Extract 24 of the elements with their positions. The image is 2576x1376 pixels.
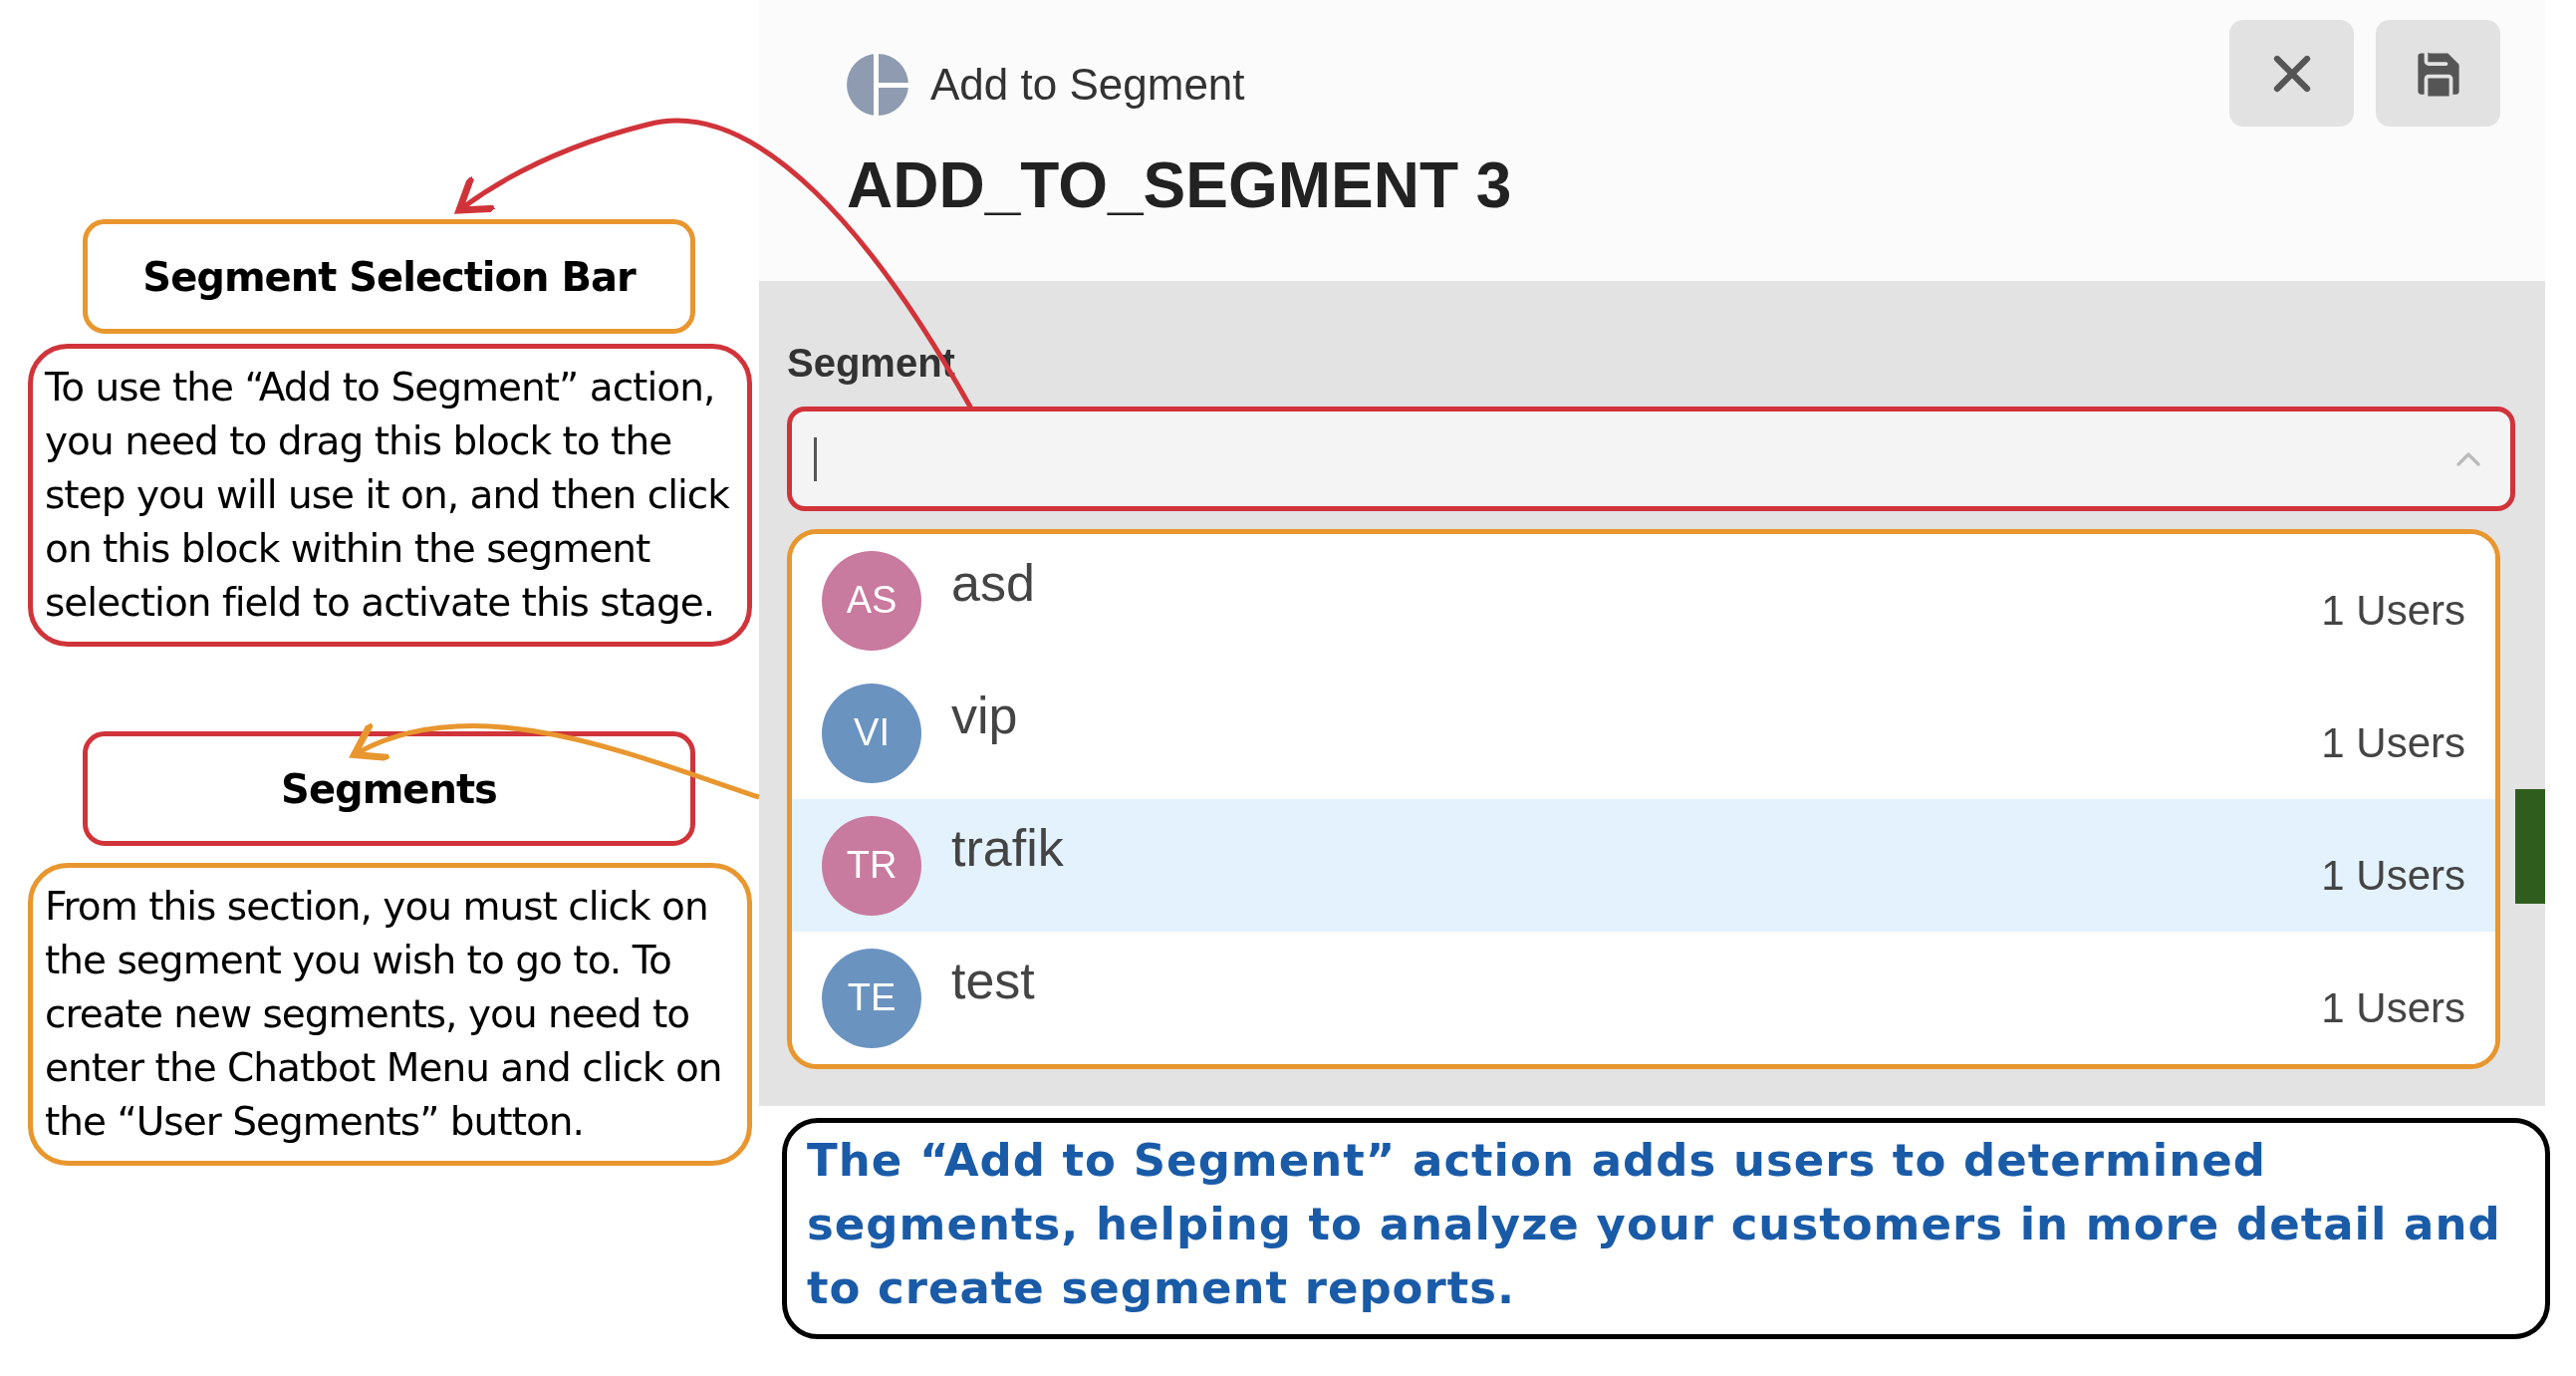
info-note: The “Add to Segment” action adds users to determined segments, helping to analyze your customers in more detail and to create segment reports.	[782, 1118, 2550, 1339]
annotation-title: Segments	[83, 731, 695, 846]
segment-name: trafik	[951, 818, 1064, 879]
segment-name: asd	[951, 553, 1035, 614]
avatar: AS	[822, 550, 921, 651]
avatar: TE	[822, 948, 921, 1048]
annotation-text: To use the “Add to Segment” action, you need to drag this block to the step you will use it on, and then click on this block within the segment selection field to activate this stage.	[28, 344, 752, 647]
logo-icon	[847, 54, 908, 116]
close-button[interactable]	[2229, 20, 2354, 127]
user-count: 1 Users	[2321, 851, 2465, 901]
segment-name: test	[951, 951, 1035, 1011]
user-count: 1 Users	[2321, 718, 2465, 768]
user-count: 1 Users	[2321, 983, 2465, 1033]
segment-name: vip	[951, 686, 1018, 746]
user-count: 1 Users	[2321, 586, 2465, 636]
save-button[interactable]	[2376, 20, 2500, 127]
segment-option[interactable]: TR trafik 1 Users	[792, 799, 2495, 932]
dialog-subtitle: Add to Segment	[930, 59, 1245, 111]
segment-input-field[interactable]	[787, 407, 2515, 511]
avatar: TR	[822, 815, 921, 916]
annotation-title: Segment Selection Bar	[83, 219, 695, 334]
avatar: VI	[822, 683, 921, 783]
annotation-text: From this section, you must click on the segment you wish to go to. To create new segments, you need to enter the Chatbot Menu and click on the “User Segments” button.	[28, 863, 752, 1166]
dialog-title: ADD_TO_SEGMENT 3	[847, 148, 1513, 223]
